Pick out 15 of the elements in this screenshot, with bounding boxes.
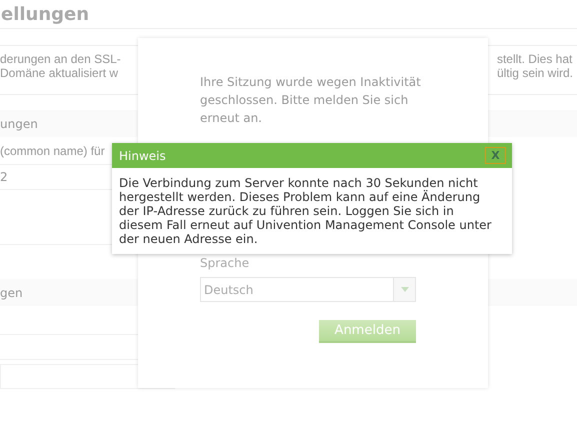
page-title: ellungen [1, 2, 90, 26]
dialog-title: Hinweis [119, 148, 166, 164]
session-message: Ihre Sitzung wurde wegen Inaktivität geschlossen. Bitte melden Sie sich erneut an. [200, 74, 422, 127]
info-text: Domäne aktualisiert w [0, 66, 120, 80]
close-button[interactable]: X [485, 147, 506, 164]
field-label: (common name) für [0, 142, 105, 160]
notice-message: Die Verbindung zum Server konnte nach 30 Sekunden nicht hergestellt werden. Dieses Problem kann auf eine Änderung der IP-Adresse zurück zu führen sein. Loggen Sie sich in diesem Fall erneut auf Univention Management Console unter der neuen Adresse ein. [118, 175, 492, 246]
section-header: gen [0, 284, 23, 302]
info-text: ültig sein wird. [496, 66, 573, 80]
info-text: derungen an den SSL- [0, 52, 121, 66]
field-value: 2 [0, 169, 8, 186]
language-label: Sprache [200, 255, 250, 272]
dropdown-arrow-icon [400, 287, 408, 292]
section-header: ungen [0, 116, 38, 132]
info-text: stellt. Dies hat [496, 52, 573, 66]
